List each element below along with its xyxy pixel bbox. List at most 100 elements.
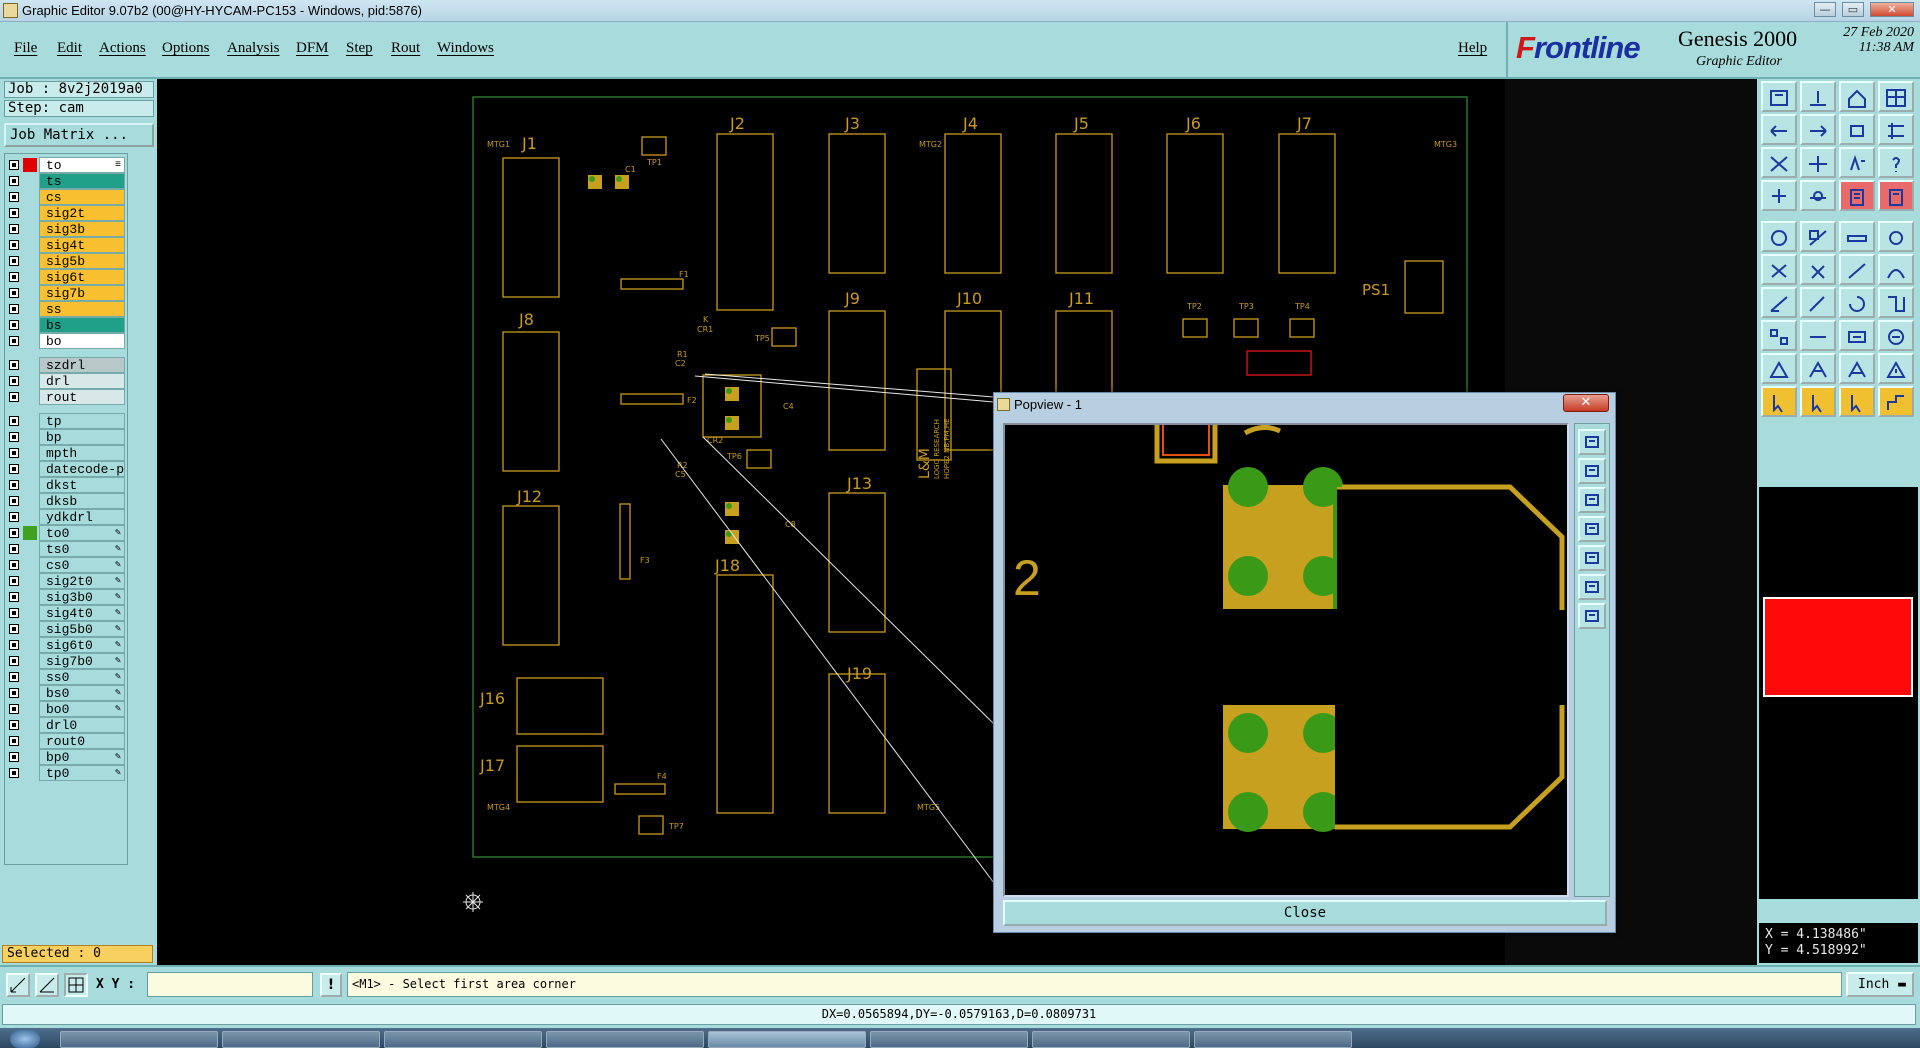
layer-name[interactable]: bp0 ✎ (39, 749, 125, 765)
layer-checkbox[interactable] (9, 608, 19, 618)
line-button[interactable] (1839, 254, 1875, 285)
layer-row-bo0[interactable]: bo0 ✎ (7, 701, 125, 717)
menu-edit[interactable]: Edit (57, 40, 82, 57)
layer-checkbox[interactable] (9, 672, 19, 682)
layer-checkbox[interactable] (9, 688, 19, 698)
layer-name[interactable]: sig2t (39, 205, 125, 221)
layer-name[interactable]: datecode-pt (39, 461, 125, 477)
popview-close-x-button[interactable]: ✕ (1563, 394, 1609, 412)
popview-page-down-button[interactable] (1578, 487, 1606, 513)
taskbar-item-3[interactable] (384, 1031, 542, 1048)
layer-row-sig4t[interactable]: sig4t (7, 237, 125, 253)
layer-checkbox[interactable] (9, 392, 19, 402)
zoom-fit-button[interactable] (1839, 114, 1875, 145)
window-button[interactable] (1878, 81, 1914, 112)
layer-checkbox[interactable] (9, 176, 19, 186)
layer-checkbox[interactable] (9, 544, 19, 554)
layer-checkbox[interactable] (9, 640, 19, 650)
pan-right-button[interactable] (1800, 114, 1836, 145)
layer-row-sig7b0[interactable]: sig7b0 ✎ (7, 653, 125, 669)
array-button[interactable] (1839, 320, 1875, 351)
layer-name[interactable]: sig5b0 ✎ (39, 621, 125, 637)
mark-button[interactable] (1761, 353, 1797, 384)
layer-row-sig2t0[interactable]: sig2t0 ✎ (7, 573, 125, 589)
pan-left-button[interactable] (1761, 114, 1797, 145)
layer-name[interactable]: ss0 ✎ (39, 669, 125, 685)
layer-row-ts[interactable]: ts (7, 173, 125, 189)
layer-name[interactable]: rout0 (39, 733, 125, 749)
layer-checkbox[interactable] (9, 560, 19, 570)
layer-checkbox[interactable] (9, 752, 19, 762)
layer-checkbox[interactable] (9, 512, 19, 522)
poly-button[interactable] (1839, 353, 1875, 384)
grid-button[interactable] (1878, 114, 1914, 145)
taskbar-item-7[interactable] (1032, 1031, 1190, 1048)
layer-checkbox[interactable] (9, 288, 19, 298)
layer-checkbox[interactable] (9, 336, 19, 346)
center-button[interactable] (1800, 147, 1836, 178)
layer-checkbox[interactable] (9, 272, 19, 282)
layer-name[interactable]: sig4t (39, 237, 125, 253)
layer-name[interactable]: bs (39, 317, 125, 333)
layer-checkbox[interactable] (9, 416, 19, 426)
menu-file[interactable]: File (14, 40, 37, 57)
layers2-button[interactable] (1878, 180, 1914, 211)
layer-row-drl0[interactable]: drl0 (7, 717, 125, 733)
warn-button[interactable] (1800, 353, 1836, 384)
window-close-button[interactable]: ✕ (1870, 2, 1914, 17)
ruler-button[interactable] (1839, 221, 1875, 252)
cross-button[interactable] (1800, 254, 1836, 285)
layer-name[interactable]: ss (39, 301, 125, 317)
layer-checkbox[interactable] (9, 320, 19, 330)
layer-checkbox[interactable] (9, 528, 19, 538)
layer-row-cs[interactable]: cs (7, 189, 125, 205)
layer-name[interactable]: sig6t0 ✎ (39, 637, 125, 653)
layer-row-ydkdrl[interactable]: ydkdrl (7, 509, 125, 525)
popview-page-button[interactable] (1578, 458, 1606, 484)
layer-name[interactable]: sig5b (39, 253, 125, 269)
menu-options[interactable]: Options (162, 40, 210, 57)
job-matrix-button[interactable]: Job Matrix ... (4, 123, 154, 147)
pointer-button[interactable] (1761, 386, 1797, 417)
layer-checkbox[interactable] (9, 496, 19, 506)
layer-name[interactable]: sig3b0 ✎ (39, 589, 125, 605)
menu-help[interactable]: Help (1458, 40, 1487, 57)
layer-row-sig6t0[interactable]: sig6t0 ✎ (7, 637, 125, 653)
layer-row-to[interactable]: to ≡ (7, 157, 125, 173)
layer-row-dksb[interactable]: dksb (7, 493, 125, 509)
net-button[interactable] (1761, 254, 1797, 285)
layer-row-sig6t[interactable]: sig6t (7, 269, 125, 285)
layer-row-bo[interactable]: bo (7, 333, 125, 349)
layer-name[interactable]: ts0 ✎ (39, 541, 125, 557)
layer-row-cs0[interactable]: cs0 ✎ (7, 557, 125, 573)
layer-row-to0[interactable]: to0 ✎ (7, 525, 125, 541)
layer-name[interactable]: drl0 (39, 717, 125, 733)
pointer2-button[interactable] (1800, 386, 1836, 417)
layer-checkbox[interactable] (9, 432, 19, 442)
layer-name[interactable]: cs0 ✎ (39, 557, 125, 573)
home-button[interactable] (1839, 81, 1875, 112)
page-up-button[interactable] (1761, 81, 1797, 112)
layer-name[interactable]: ydkdrl (39, 509, 125, 525)
layer-row-bp[interactable]: bp (7, 429, 125, 445)
layer-checkbox[interactable] (9, 224, 19, 234)
menu-dfm[interactable]: DFM (296, 40, 329, 57)
pointer3-button[interactable] (1839, 386, 1875, 417)
layer-name[interactable]: tp0 ✎ (39, 765, 125, 781)
layer-row-sig4t0[interactable]: sig4t0 ✎ (7, 605, 125, 621)
layer-checkbox[interactable] (9, 256, 19, 266)
layer-row-tp[interactable]: tp (7, 413, 125, 429)
layer-row-ss[interactable]: ss (7, 301, 125, 317)
grid-tool-button[interactable] (64, 973, 88, 997)
layer-row-tp0[interactable]: tp0 ✎ (7, 765, 125, 781)
maximize-button[interactable]: ▭ (1842, 2, 1864, 17)
taskbar-item-8[interactable] (1194, 1031, 1352, 1048)
popview-close-button[interactable]: Close (1003, 900, 1607, 926)
popview-fit-button[interactable] (1578, 574, 1606, 600)
popview-pan-left-button[interactable] (1578, 516, 1606, 542)
move-button[interactable] (1761, 320, 1797, 351)
layer-name[interactable]: sig3b (39, 221, 125, 237)
layer-name[interactable]: mpth (39, 445, 125, 461)
layer-row-dkst[interactable]: dkst (7, 477, 125, 493)
layer-checkbox[interactable] (9, 464, 19, 474)
